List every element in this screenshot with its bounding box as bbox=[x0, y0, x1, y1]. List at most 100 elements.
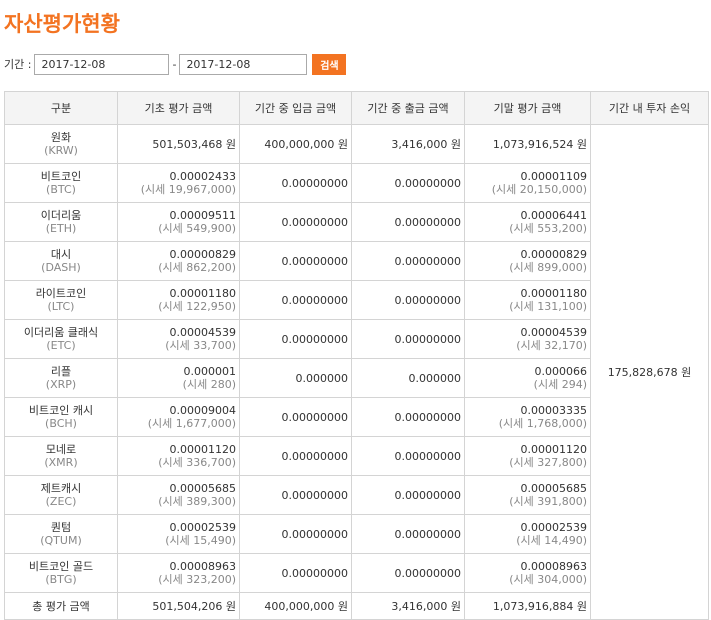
withdraw-amount: 0.00000000 bbox=[351, 397, 465, 437]
asset-name: 라이트코인 (LTC) bbox=[4, 280, 118, 320]
begin-amount: 0.00005685 (시세 389,300) bbox=[117, 475, 240, 515]
deposit-amount: 0.00000000 bbox=[239, 202, 352, 242]
asset-name-value: 비트코인 캐시 bbox=[28, 404, 94, 417]
asset-name-subvalue: (QTUM) bbox=[40, 534, 82, 547]
date-separator: - bbox=[172, 57, 177, 71]
begin-amount-value: 0.00005685 bbox=[169, 482, 236, 495]
begin-amount-value: 0.00004539 bbox=[169, 326, 236, 339]
table-body: 원화 (KRW) 501,503,468 원 400,000,000 원 3,416,0… bbox=[4, 124, 709, 620]
end-amount: 1,073,916,524 원 bbox=[464, 124, 591, 164]
asset-name: 원화 (KRW) bbox=[4, 124, 118, 164]
column-header-begin-amount: 기초 평가 금액 bbox=[117, 91, 240, 125]
end-amount-subvalue: (시세 1,768,000) bbox=[498, 417, 587, 430]
end-amount-value: 0.00000829 bbox=[520, 248, 587, 261]
asset-name-subvalue: (XRP) bbox=[45, 378, 77, 391]
end-amount-subvalue: (시세 14,490) bbox=[516, 534, 587, 547]
end-amount: 0.00001109 (시세 20,150,000) bbox=[464, 163, 591, 203]
end-amount-subvalue: (시세 131,100) bbox=[509, 300, 587, 313]
end-amount-value: 0.00003335 bbox=[520, 404, 587, 417]
asset-name-value: 퀀텀 bbox=[50, 521, 72, 534]
deposit-amount: 0.00000000 bbox=[239, 397, 352, 437]
begin-amount-value: 0.00008963 bbox=[169, 560, 236, 573]
begin-amount: 0.00002539 (시세 15,490) bbox=[117, 514, 240, 554]
table-header-row: 구분 기초 평가 금액 기간 중 입금 금액 기간 중 출금 금액 기말 평가 … bbox=[4, 91, 709, 125]
asset-name: 이더리움 클래식 (ETC) bbox=[4, 319, 118, 359]
end-amount-subvalue: (시세 327,800) bbox=[509, 456, 587, 469]
date-filter: 기간 : - 검색 bbox=[4, 53, 347, 75]
deposit-amount: 0.00000000 bbox=[239, 319, 352, 359]
begin-amount: 501,503,468 원 bbox=[117, 124, 240, 164]
asset-name-value: 제트캐시 bbox=[40, 482, 82, 495]
investment-profit-value: 175,828,678 원 bbox=[590, 124, 709, 620]
column-header-withdraw-amount: 기간 중 출금 금액 bbox=[351, 91, 465, 125]
begin-amount: 0.00002433 (시세 19,967,000) bbox=[117, 163, 240, 203]
begin-amount: 0.000001 (시세 280) bbox=[117, 358, 240, 398]
withdraw-amount: 0.00000000 bbox=[351, 514, 465, 554]
end-amount-subvalue: (시세 304,000) bbox=[509, 573, 587, 586]
begin-amount-value: 0.00002433 bbox=[169, 170, 236, 183]
begin-amount-value: 0.000001 bbox=[183, 365, 237, 378]
begin-amount-subvalue: (시세 862,200) bbox=[158, 261, 236, 274]
begin-amount: 0.00009511 (시세 549,900) bbox=[117, 202, 240, 242]
end-amount: 0.00005685 (시세 391,800) bbox=[464, 475, 591, 515]
asset-name: 퀀텀 (QTUM) bbox=[4, 514, 118, 554]
period-label: 기간 : bbox=[4, 58, 32, 71]
end-amount-value: 0.00001120 bbox=[520, 443, 587, 456]
date-from-input[interactable] bbox=[34, 53, 170, 75]
asset-name: 모네로 (XMR) bbox=[4, 436, 118, 476]
deposit-amount: 0.00000000 bbox=[239, 514, 352, 554]
end-amount-value: 0.000066 bbox=[534, 365, 588, 378]
asset-name-value: 리플 bbox=[50, 365, 72, 378]
deposit-amount: 400,000,000 원 bbox=[239, 124, 352, 164]
deposit-amount: 0.00000000 bbox=[239, 553, 352, 593]
asset-name-value: 이더리움 클래식 bbox=[23, 326, 99, 339]
deposit-amount: 0.00000000 bbox=[239, 280, 352, 320]
column-header-investment-profit: 기간 내 투자 손익 bbox=[590, 91, 709, 125]
begin-amount: 0.00001180 (시세 122,950) bbox=[117, 280, 240, 320]
search-button[interactable]: 검색 bbox=[312, 53, 347, 75]
total-end: 1,073,916,884 원 bbox=[464, 592, 591, 620]
asset-name-subvalue: (ETC) bbox=[46, 339, 76, 352]
asset-name-subvalue: (DASH) bbox=[41, 261, 81, 274]
withdraw-amount: 0.00000000 bbox=[351, 280, 465, 320]
asset-name-value: 비트코인 bbox=[40, 170, 82, 183]
withdraw-amount: 0.000000 bbox=[351, 358, 465, 398]
deposit-amount: 0.00000000 bbox=[239, 436, 352, 476]
begin-amount-subvalue: (시세 15,490) bbox=[165, 534, 236, 547]
total-withdraw: 3,416,000 원 bbox=[351, 592, 465, 620]
end-amount-value: 1,073,916,524 원 bbox=[492, 137, 587, 151]
asset-name-subvalue: (KRW) bbox=[44, 144, 78, 157]
asset-name: 대시 (DASH) bbox=[4, 241, 118, 281]
begin-amount-value: 0.00002539 bbox=[169, 521, 236, 534]
page-title: 자산평가현황 bbox=[4, 12, 120, 36]
begin-amount-value: 0.00000829 bbox=[169, 248, 236, 261]
end-amount-subvalue: (시세 899,000) bbox=[509, 261, 587, 274]
asset-name: 이더리움 (ETH) bbox=[4, 202, 118, 242]
total-begin: 501,504,206 원 bbox=[117, 592, 240, 620]
begin-amount: 0.00001120 (시세 336,700) bbox=[117, 436, 240, 476]
end-amount-subvalue: (시세 32,170) bbox=[516, 339, 587, 352]
asset-name-value: 라이트코인 bbox=[35, 287, 87, 300]
end-amount-value: 0.00001180 bbox=[520, 287, 587, 300]
column-header-end-amount: 기말 평가 금액 bbox=[464, 91, 591, 125]
withdraw-amount: 0.00000000 bbox=[351, 241, 465, 281]
asset-name-value: 대시 bbox=[50, 248, 72, 261]
end-amount-subvalue: (시세 294) bbox=[533, 378, 587, 391]
deposit-amount: 0.00000000 bbox=[239, 241, 352, 281]
end-amount-value: 0.00005685 bbox=[520, 482, 587, 495]
asset-name-value: 비트코인 골드 bbox=[28, 560, 94, 573]
deposit-amount: 0.000000 bbox=[239, 358, 352, 398]
begin-amount-subvalue: (시세 389,300) bbox=[158, 495, 236, 508]
end-amount: 0.00002539 (시세 14,490) bbox=[464, 514, 591, 554]
end-amount: 0.00003335 (시세 1,768,000) bbox=[464, 397, 591, 437]
withdraw-amount: 0.00000000 bbox=[351, 163, 465, 203]
begin-amount-subvalue: (시세 1,677,000) bbox=[147, 417, 236, 430]
end-amount: 0.00000829 (시세 899,000) bbox=[464, 241, 591, 281]
asset-table: 구분 기초 평가 금액 기간 중 입금 금액 기간 중 출금 금액 기말 평가 … bbox=[4, 91, 709, 620]
withdraw-amount: 0.00000000 bbox=[351, 475, 465, 515]
deposit-amount: 0.00000000 bbox=[239, 475, 352, 515]
end-amount: 0.00006441 (시세 553,200) bbox=[464, 202, 591, 242]
date-to-input[interactable] bbox=[179, 53, 308, 75]
begin-amount-subvalue: (시세 19,967,000) bbox=[140, 183, 236, 196]
withdraw-amount: 0.00000000 bbox=[351, 553, 465, 593]
